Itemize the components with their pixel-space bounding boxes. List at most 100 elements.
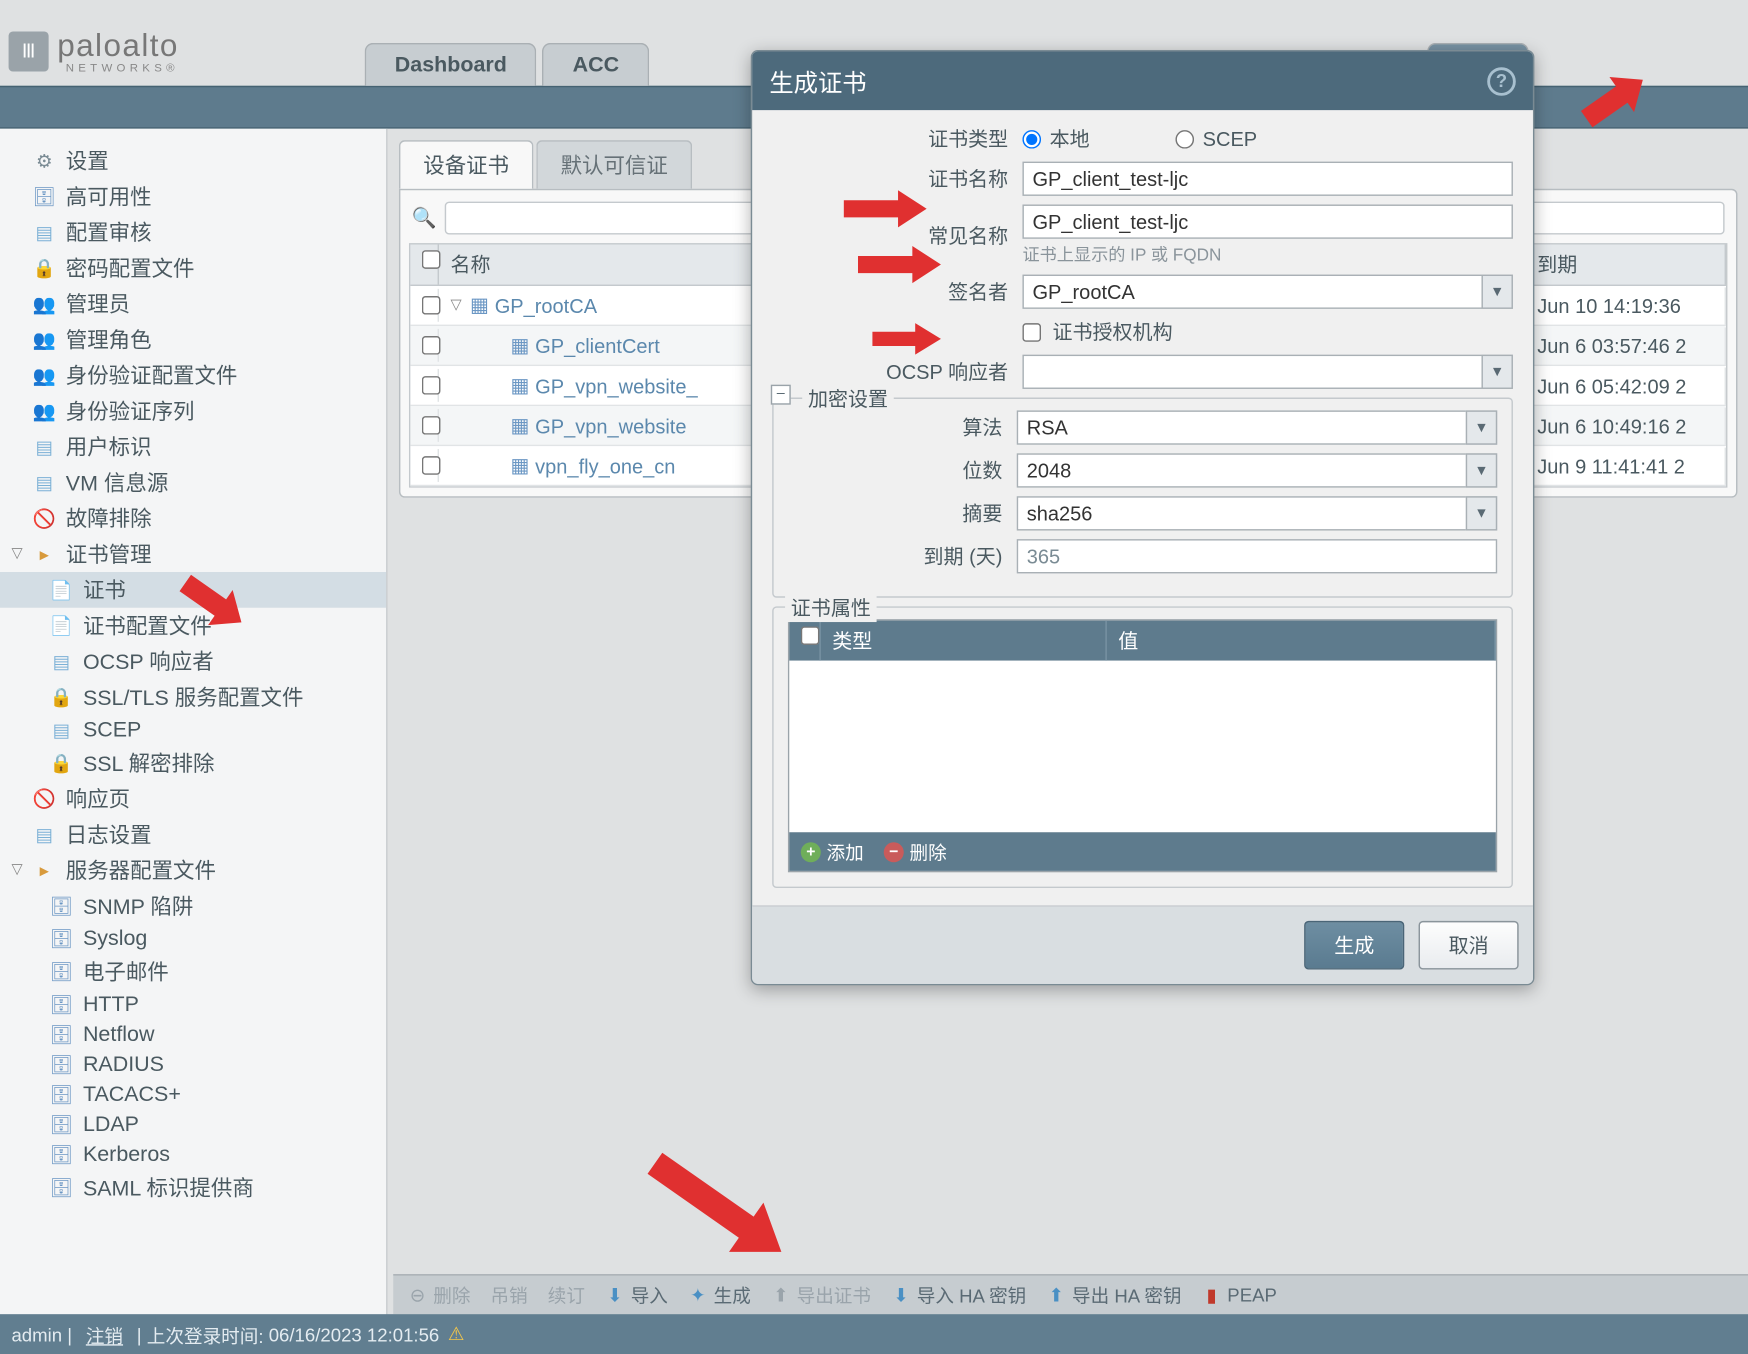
dropdown-icon[interactable]: ▼ (1466, 496, 1497, 530)
dropdown-icon[interactable]: ▼ (1481, 275, 1512, 309)
db-icon: 🗄 (49, 1113, 75, 1136)
tab-acc[interactable]: ACC (543, 43, 650, 86)
cert-icon: ▦ (470, 293, 489, 317)
col-check[interactable] (410, 245, 439, 285)
dropdown-icon[interactable]: ▼ (1481, 355, 1512, 389)
sidebar-item[interactable]: 🔒SSL 解密排除 (0, 745, 386, 781)
row-checkbox[interactable] (422, 296, 441, 315)
tb-renew[interactable]: 续订 (548, 1281, 585, 1308)
sidebar-item[interactable]: 🗄TACACS+ (0, 1080, 386, 1110)
combo-ocsp[interactable] (1022, 355, 1512, 389)
sidebar-item[interactable]: ▤SCEP (0, 715, 386, 745)
lock-icon: 🔒 (31, 257, 57, 280)
row-checkbox[interactable] (422, 456, 441, 475)
cert-icon: ▦ (511, 453, 530, 477)
sidebar-item[interactable]: 🚫故障排除 (0, 500, 386, 536)
user-icon: 👥 (31, 292, 57, 315)
sidebar-item[interactable]: 🗄HTTP (0, 990, 386, 1020)
help-icon[interactable]: ? (1487, 66, 1516, 95)
cert-name[interactable]: GP_clientCert (535, 334, 660, 357)
dropdown-icon[interactable]: ▼ (1466, 410, 1497, 444)
sidebar-item[interactable]: 👥管理员 (0, 286, 386, 322)
sidebar-item[interactable]: 👥 身份验证序列 (0, 393, 386, 429)
peap-icon: ▮ (1202, 1285, 1222, 1305)
row-checkbox[interactable] (422, 336, 441, 355)
tb-export-ha[interactable]: ⬆导出 HA 密钥 (1046, 1281, 1181, 1308)
attr-delete-button[interactable]: −删除 (884, 838, 947, 865)
sidebar-item[interactable]: 🗄SNMP 陷阱 (0, 888, 386, 924)
row-checkbox[interactable] (422, 376, 441, 395)
sidebar-item[interactable]: ▤OCSP 响应者 (0, 644, 386, 680)
sidebar-item-label: 证书管理 (66, 539, 152, 569)
sidebar-item[interactable]: 🗄Syslog (0, 924, 386, 954)
lock-icon: 🔒 (49, 686, 75, 709)
sidebar-item[interactable]: ▤日志设置 (0, 817, 386, 853)
sidebar-item[interactable]: 🗄SAML 标识提供商 (0, 1170, 386, 1206)
tb-delete[interactable]: ⊖删除 (408, 1281, 471, 1308)
combo-algo[interactable] (1017, 410, 1497, 444)
sidebar-item[interactable]: 🗄高可用性 (0, 179, 386, 215)
tb-import-ha[interactable]: ⬇导入 HA 密钥 (891, 1281, 1026, 1308)
cert-name[interactable]: GP_vpn_website_ (535, 374, 698, 397)
tb-generate[interactable]: ✦生成 (688, 1281, 751, 1308)
input-common-name[interactable] (1022, 204, 1512, 238)
sidebar-item[interactable]: 🗄Netflow (0, 1020, 386, 1050)
sidebar-item[interactable]: 👥身份验证配置文件 (0, 358, 386, 394)
combo-digest[interactable] (1017, 496, 1497, 530)
cert-name[interactable]: GP_rootCA (495, 294, 597, 317)
sidebar-item[interactable]: 🗄Kerberos (0, 1140, 386, 1170)
cert-expires: Jun 6 05:42:09 2 (1526, 367, 1726, 404)
cert-icon: 📄 (49, 614, 75, 637)
sidebar-item[interactable]: ▤VM 信息源 (0, 465, 386, 501)
sidebar-item[interactable]: ⚙设置 (0, 143, 386, 179)
sidebar-item-label: 身份验证序列 (66, 396, 195, 426)
attr-col-check[interactable] (789, 621, 820, 661)
tb-peap[interactable]: ▮PEAP (1202, 1284, 1277, 1305)
sidebar-item[interactable]: ▽▸证书管理 (0, 536, 386, 572)
input-cert-name[interactable] (1022, 162, 1512, 196)
db-icon: 🗄 (49, 1053, 75, 1076)
ctab-device-cert[interactable]: 设备证书 (399, 140, 533, 189)
tb-revoke[interactable]: 吊销 (491, 1281, 528, 1308)
expand-icon: ▽ (11, 546, 28, 562)
row-checkbox[interactable] (422, 416, 441, 435)
sidebar-item[interactable]: 🗄RADIUS (0, 1050, 386, 1080)
sidebar-item[interactable]: ▤配置审核 (0, 214, 386, 250)
sidebar-item[interactable]: 🚫响应页 (0, 781, 386, 817)
sidebar-item-label: 高可用性 (66, 182, 152, 212)
chk-ca[interactable] (1022, 322, 1041, 341)
ctab-default-trust[interactable]: 默认可信证 (536, 140, 692, 189)
col-expires[interactable]: 到期 (1526, 245, 1726, 285)
user-icon: 👥 (31, 400, 57, 423)
tab-dashboard[interactable]: Dashboard (365, 43, 537, 86)
sidebar-item[interactable]: 🔒SSL/TLS 服务配置文件 (0, 679, 386, 715)
dialog-title-bar[interactable]: 生成证书 ? (752, 51, 1533, 110)
sidebar-item[interactable]: ▤用户标识 (0, 429, 386, 465)
sidebar-item[interactable]: 🗄LDAP (0, 1110, 386, 1140)
block-icon: 🚫 (31, 507, 57, 530)
sidebar-item[interactable]: 🗄电子邮件 (0, 954, 386, 990)
combo-bits[interactable] (1017, 453, 1497, 487)
tb-import[interactable]: ⬇导入 (605, 1281, 668, 1308)
cert-name[interactable]: GP_vpn_website (535, 414, 686, 437)
cert-name[interactable]: vpn_fly_one_cn (535, 454, 675, 477)
sidebar-item[interactable]: 👥管理角色 (0, 322, 386, 358)
radio-local[interactable]: 本地 (1022, 124, 1089, 153)
tb-export-cert[interactable]: ⬆导出证书 (771, 1281, 871, 1308)
page-icon: ▤ (31, 435, 57, 458)
attr-add-button[interactable]: +添加 (801, 838, 864, 865)
sidebar-item[interactable]: 🔒密码配置文件 (0, 250, 386, 286)
cert-icon: ▦ (511, 373, 530, 397)
dropdown-icon[interactable]: ▼ (1466, 453, 1497, 487)
sidebar-item[interactable]: ▽▸服务器配置文件 (0, 852, 386, 888)
combo-signer[interactable] (1022, 275, 1512, 309)
cancel-button[interactable]: 取消 (1419, 921, 1519, 970)
user-icon: 👥 (31, 364, 57, 387)
annotation-arrow (844, 187, 930, 230)
input-exp-days[interactable] (1017, 539, 1497, 573)
logout-link[interactable]: 注销 (86, 1321, 123, 1348)
collapse-icon[interactable]: – (771, 385, 791, 405)
radio-scep[interactable]: SCEP (1175, 127, 1257, 150)
db-icon: 🗄 (49, 960, 75, 983)
generate-button[interactable]: 生成 (1304, 921, 1404, 970)
